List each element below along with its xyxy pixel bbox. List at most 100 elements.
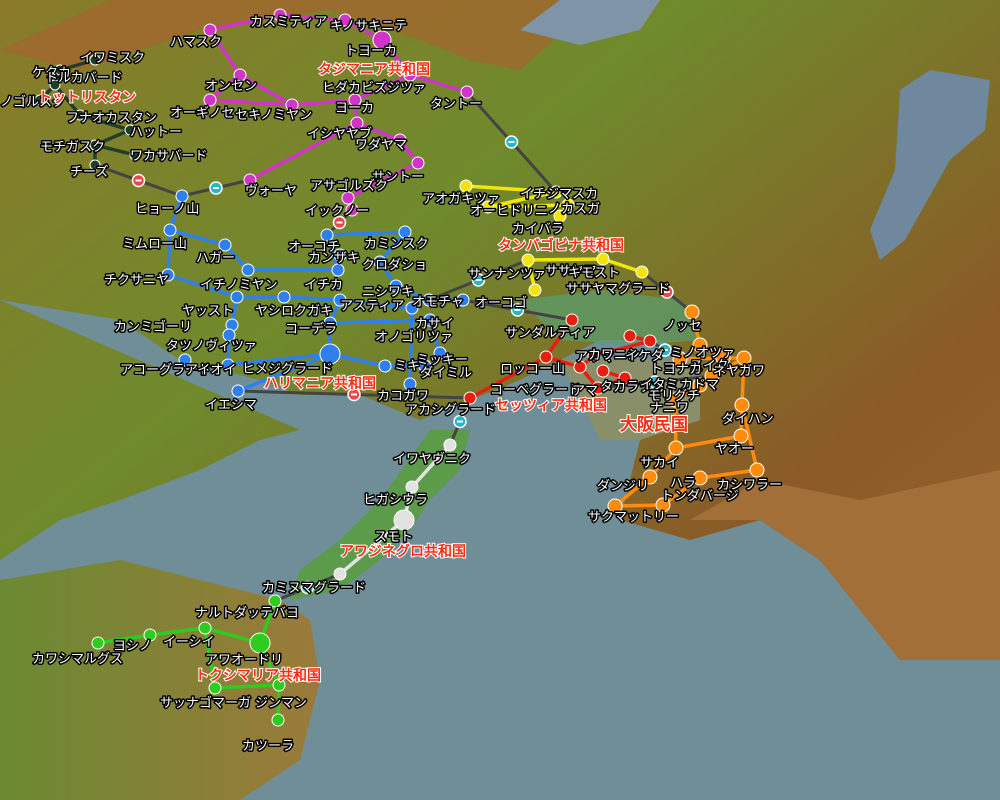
country-label-tokushima: トクシマリア共和国 bbox=[195, 667, 321, 684]
station-marker[interactable] bbox=[91, 636, 105, 650]
country-label-settsu: セッツィア共和国 bbox=[495, 397, 607, 414]
station-marker[interactable] bbox=[218, 238, 232, 252]
station-label: ニシワキ bbox=[362, 285, 414, 300]
station-label: カイバラ bbox=[512, 222, 564, 237]
station-label: ヒメジグラード bbox=[242, 362, 333, 377]
station-label: オモチャ bbox=[412, 295, 464, 310]
station-marker[interactable] bbox=[684, 304, 700, 320]
station-label: モチガスク bbox=[40, 140, 105, 155]
station-label: オンセン bbox=[205, 79, 257, 94]
station-marker[interactable] bbox=[643, 334, 657, 348]
station-marker[interactable] bbox=[521, 253, 535, 267]
station-label: オーギノセ bbox=[170, 106, 234, 121]
station-label: ハマスク bbox=[170, 35, 222, 50]
station-marker[interactable] bbox=[459, 179, 473, 193]
station-marker[interactable] bbox=[333, 567, 347, 581]
station-label: ヴォーヤ bbox=[245, 183, 297, 199]
station-label: トンダバージ bbox=[661, 489, 739, 504]
regional-map[interactable]: イワミスクケタカトルカバードノゴルスクフナオカスタンハットーモチガスクワカサバー… bbox=[0, 0, 1000, 800]
station-label: アマ bbox=[572, 384, 598, 399]
station-marker[interactable] bbox=[565, 313, 579, 327]
station-marker[interactable] bbox=[277, 290, 291, 304]
station-label: アカシグラード bbox=[405, 403, 496, 418]
station-label: イチカ bbox=[304, 278, 343, 293]
station-label: イチジマスカ bbox=[520, 187, 598, 202]
station-label: オーヒドリニ bbox=[470, 204, 548, 219]
country-label-tamba: タンバゴビナ共和国 bbox=[498, 237, 624, 254]
station-label: ハガー bbox=[196, 251, 235, 266]
station-label: コーベグラード bbox=[490, 383, 581, 398]
station-label: フナオカスタン bbox=[66, 111, 157, 126]
station-label: タントー bbox=[430, 97, 482, 112]
country-label-tajima: タジマニア共和国 bbox=[318, 61, 430, 78]
station-label: チーズ bbox=[70, 164, 108, 180]
station-marker[interactable] bbox=[528, 283, 542, 297]
station-label: サカイ bbox=[640, 456, 679, 471]
station-marker[interactable] bbox=[733, 428, 749, 444]
station-label: ノッセ bbox=[663, 319, 702, 334]
station-marker[interactable] bbox=[443, 438, 457, 452]
station-label: ロッコー山 bbox=[500, 362, 565, 377]
station-marker[interactable] bbox=[623, 329, 637, 343]
station-marker[interactable] bbox=[635, 265, 649, 279]
border-crossing-icon bbox=[504, 135, 519, 149]
station-marker[interactable] bbox=[749, 462, 765, 478]
station-label: サクマットリー bbox=[588, 510, 679, 525]
station-label: ナルトダッテバヨ bbox=[195, 606, 299, 621]
station-marker[interactable] bbox=[163, 223, 177, 237]
station-label: ミムロー山 bbox=[122, 237, 187, 252]
station-label: コーデラ bbox=[285, 321, 337, 337]
country-label-osaka: 大阪民国 bbox=[620, 414, 688, 435]
station-label: ダイハン bbox=[722, 412, 774, 427]
station-marker[interactable] bbox=[411, 156, 425, 170]
country-label-tottori: トットリスタン bbox=[38, 90, 136, 106]
station-marker[interactable] bbox=[378, 359, 392, 373]
station-label: ヤオー bbox=[715, 442, 754, 457]
station-marker[interactable] bbox=[175, 189, 189, 203]
station-marker[interactable] bbox=[668, 440, 684, 456]
station-label: ワダヤマ bbox=[355, 138, 407, 153]
station-label: トルカバード bbox=[45, 71, 123, 86]
country-label-awaji: アワジネグロ共和国 bbox=[340, 543, 466, 560]
station-marker[interactable] bbox=[271, 713, 285, 727]
station-label: ヨシノ bbox=[113, 639, 152, 654]
station-marker[interactable] bbox=[241, 263, 255, 277]
station-label: アイオイ bbox=[185, 363, 236, 378]
country-label-harima: ハリマニア共和国 bbox=[264, 375, 376, 392]
station-marker[interactable] bbox=[596, 252, 610, 266]
station-marker[interactable] bbox=[405, 480, 419, 494]
station-label: ヤッスト bbox=[182, 304, 234, 319]
station-marker[interactable] bbox=[393, 509, 415, 531]
station-label: カンミゴーリ bbox=[114, 319, 192, 335]
station-marker[interactable] bbox=[249, 632, 271, 654]
station-label: タツノヴィツァ bbox=[166, 338, 257, 354]
station-marker[interactable] bbox=[231, 384, 245, 398]
station-label: カワシマルグス bbox=[32, 652, 123, 667]
station-label: アサゴルズク bbox=[310, 178, 388, 194]
station-label: ヒダカビズジツァ bbox=[322, 80, 426, 96]
border-crossing-icon bbox=[209, 181, 223, 195]
station-marker[interactable] bbox=[736, 350, 752, 366]
station-label: チクサニヤ bbox=[104, 273, 169, 288]
station-marker[interactable] bbox=[203, 93, 217, 107]
station-marker[interactable] bbox=[734, 397, 750, 413]
station-label: サッナゴマーガ bbox=[160, 695, 251, 711]
station-label: アワオードリ bbox=[205, 653, 283, 668]
station-label: カンザキ bbox=[308, 251, 360, 266]
station-marker[interactable] bbox=[319, 343, 341, 365]
station-marker[interactable] bbox=[596, 364, 610, 378]
station-label: セキノミヤン bbox=[235, 108, 312, 123]
station-label: オーコゴ bbox=[475, 295, 527, 311]
station-label: ヒガシウラ bbox=[363, 493, 428, 508]
station-label: サンダルティア bbox=[505, 326, 595, 341]
station-label: ネヤガワ bbox=[713, 364, 765, 379]
station-label: カツーラ bbox=[242, 739, 294, 754]
station-label: ヒョーノ山 bbox=[135, 202, 199, 217]
station-label: ナニワ bbox=[650, 401, 689, 416]
station-label: キモスト bbox=[568, 266, 620, 281]
station-label: キノサキニテ bbox=[330, 19, 407, 34]
station-label: カミンスク bbox=[364, 237, 429, 252]
station-label: カコガワ bbox=[377, 389, 429, 404]
station-label: ミキ bbox=[394, 359, 420, 374]
station-marker[interactable] bbox=[198, 621, 212, 635]
